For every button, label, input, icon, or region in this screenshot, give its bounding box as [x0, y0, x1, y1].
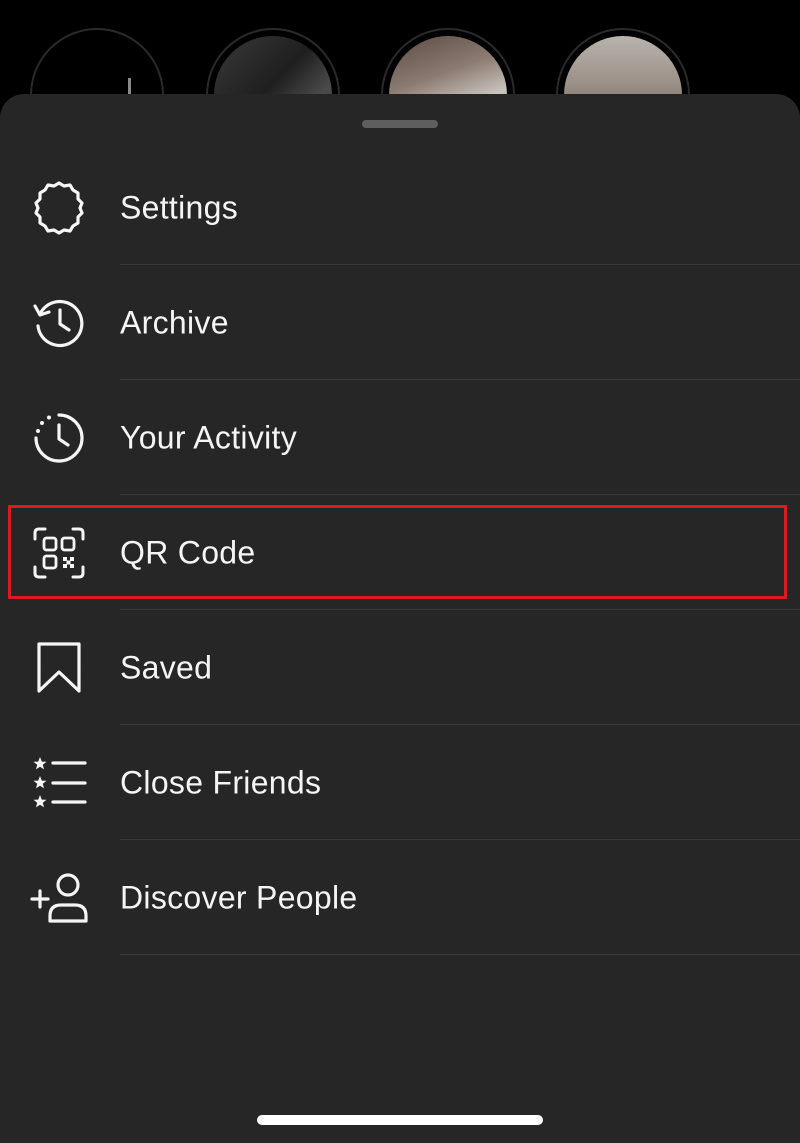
- menu-item-archive[interactable]: Archive: [0, 265, 800, 380]
- menu-item-label: QR Code: [120, 534, 256, 570]
- add-person-icon: [30, 869, 88, 927]
- sheet-grabber-handle[interactable]: [362, 120, 438, 128]
- menu-list: Settings Archive Your Activity QR Code S…: [0, 150, 800, 955]
- menu-item-label: Archive: [120, 304, 229, 340]
- qr-code-icon: [30, 524, 88, 582]
- menu-item-label: Saved: [120, 649, 213, 685]
- settings-gear-icon: [30, 179, 88, 237]
- menu-item-close-friends[interactable]: Close Friends: [0, 725, 800, 840]
- app-screen: Settings Archive Your Activity QR Code S…: [0, 0, 800, 1143]
- menu-item-saved[interactable]: Saved: [0, 610, 800, 725]
- menu-bottom-sheet: Settings Archive Your Activity QR Code S…: [0, 94, 800, 1143]
- menu-item-qr-code[interactable]: QR Code: [0, 495, 800, 610]
- menu-item-label: Discover People: [120, 879, 358, 915]
- menu-item-label: Your Activity: [120, 419, 298, 455]
- menu-item-label: Settings: [120, 189, 239, 225]
- divider: [120, 954, 800, 955]
- bookmark-icon: [30, 639, 88, 697]
- close-friends-list-icon: [30, 754, 88, 812]
- archive-clock-icon: [30, 294, 88, 352]
- story-highlights-row: [0, 0, 800, 162]
- activity-clock-icon: [30, 409, 88, 467]
- menu-item-your-activity[interactable]: Your Activity: [0, 380, 800, 495]
- menu-item-settings[interactable]: Settings: [0, 150, 800, 265]
- home-indicator: [257, 1115, 543, 1125]
- menu-item-discover-people[interactable]: Discover People: [0, 840, 800, 955]
- menu-item-label: Close Friends: [120, 764, 322, 800]
